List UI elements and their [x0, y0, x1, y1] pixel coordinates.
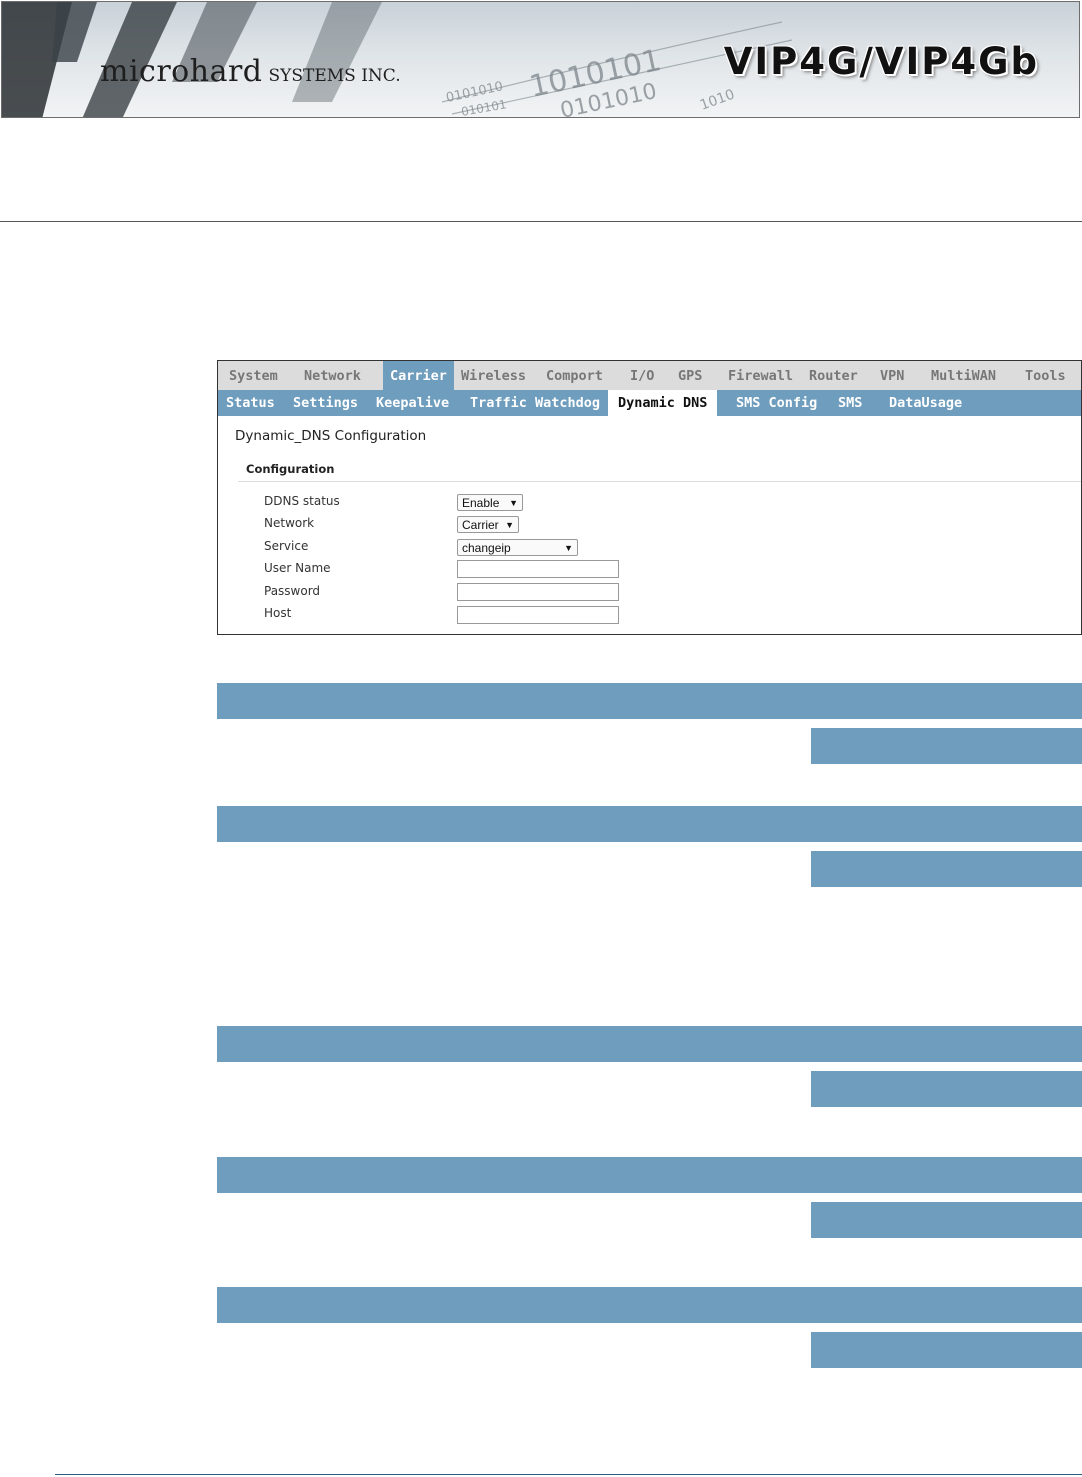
page-title: Dynamic_DNS Configuration — [235, 428, 427, 444]
tab-tools[interactable]: Tools — [1025, 361, 1066, 391]
values-box — [811, 1202, 1082, 1238]
section-divider — [238, 481, 1081, 482]
tab-gps[interactable]: GPS — [678, 361, 702, 391]
subtab-datausage[interactable]: DataUsage — [889, 390, 962, 416]
network-label: Network — [264, 516, 315, 530]
table-header-bar — [217, 806, 1082, 842]
tab-io[interactable]: I/O — [630, 361, 654, 391]
table-header-bar — [217, 683, 1082, 719]
tab-multiwan[interactable]: MultiWAN — [931, 361, 996, 391]
brand-sub: SYSTEMS INC. — [268, 66, 401, 86]
values-box — [811, 851, 1082, 887]
product-title: VIP4G/VIP4Gb — [723, 40, 1039, 83]
sub-navigation: Status Settings Keepalive Traffic Watchd… — [218, 390, 1081, 416]
main-navigation: System Network Carrier Wireless Comport … — [218, 361, 1081, 392]
service-select[interactable]: changeip ▼ — [457, 539, 578, 556]
table-header-bar — [217, 1287, 1082, 1323]
subtab-keepalive[interactable]: Keepalive — [376, 390, 449, 416]
user-name-input[interactable] — [457, 560, 619, 578]
subtab-sms-config[interactable]: SMS Config — [736, 390, 817, 416]
ddns-status-label: DDNS status — [264, 494, 340, 508]
tab-system[interactable]: System — [229, 361, 278, 391]
header-banner: 0101010 1010101 010101 0101010 1010 micr… — [1, 1, 1080, 118]
tab-carrier[interactable]: Carrier — [383, 361, 454, 391]
host-input[interactable] — [457, 606, 619, 624]
network-value: Carrier — [462, 518, 499, 532]
user-name-label: User Name — [264, 561, 331, 575]
footer-divider — [55, 1474, 1082, 1475]
subtab-traffic-watchdog[interactable]: Traffic Watchdog — [470, 390, 600, 416]
svg-text:1010: 1010 — [698, 87, 737, 114]
section-title: Configuration — [246, 462, 335, 476]
values-box — [811, 728, 1082, 764]
service-value: changeip — [462, 541, 511, 555]
host-label: Host — [264, 606, 292, 620]
chevron-down-icon: ▼ — [564, 543, 573, 553]
network-select[interactable]: Carrier ▼ — [457, 516, 519, 533]
service-label: Service — [264, 539, 309, 553]
chevron-down-icon: ▼ — [505, 520, 514, 530]
tab-comport[interactable]: Comport — [546, 361, 603, 391]
ddns-status-value: Enable — [462, 496, 500, 510]
tab-router[interactable]: Router — [809, 361, 858, 391]
ddns-status-select[interactable]: Enable ▼ — [457, 494, 523, 511]
tab-network[interactable]: Network — [304, 361, 361, 391]
dynamic-dns-screenshot: System Network Carrier Wireless Comport … — [217, 360, 1082, 635]
values-box — [811, 1332, 1082, 1368]
brand-main: microhard — [100, 54, 263, 89]
header-divider — [0, 221, 1082, 222]
table-header-bar — [217, 1026, 1082, 1062]
password-label: Password — [264, 584, 321, 598]
tab-firewall[interactable]: Firewall — [728, 361, 793, 391]
tab-vpn[interactable]: VPN — [880, 361, 904, 391]
table-header-bar — [217, 1157, 1082, 1193]
subtab-status[interactable]: Status — [226, 390, 275, 416]
password-input[interactable] — [457, 583, 619, 601]
subtab-settings[interactable]: Settings — [293, 390, 358, 416]
chevron-down-icon: ▼ — [509, 498, 518, 508]
tab-wireless[interactable]: Wireless — [461, 361, 526, 391]
subtab-dynamic-dns[interactable]: Dynamic DNS — [608, 390, 718, 416]
brand-logo: microhard SYSTEMS INC. — [100, 54, 401, 89]
subtab-sms[interactable]: SMS — [838, 390, 862, 416]
values-box — [811, 1071, 1082, 1107]
